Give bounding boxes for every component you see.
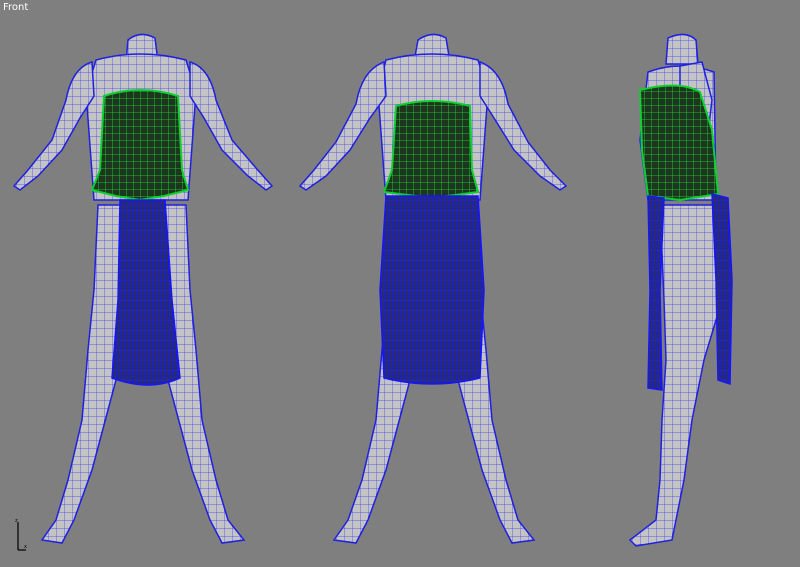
back-view-model[interactable] bbox=[298, 33, 568, 544]
side-view-model[interactable] bbox=[628, 33, 733, 547]
svg-text:x: x bbox=[24, 544, 27, 550]
svg-text:z: z bbox=[15, 518, 18, 524]
view-axis-icon: z x bbox=[15, 518, 27, 551]
front-viewport[interactable]: Front z x bbox=[0, 0, 800, 567]
front-view-model[interactable] bbox=[12, 33, 274, 544]
scene-canvas[interactable] bbox=[0, 0, 800, 567]
